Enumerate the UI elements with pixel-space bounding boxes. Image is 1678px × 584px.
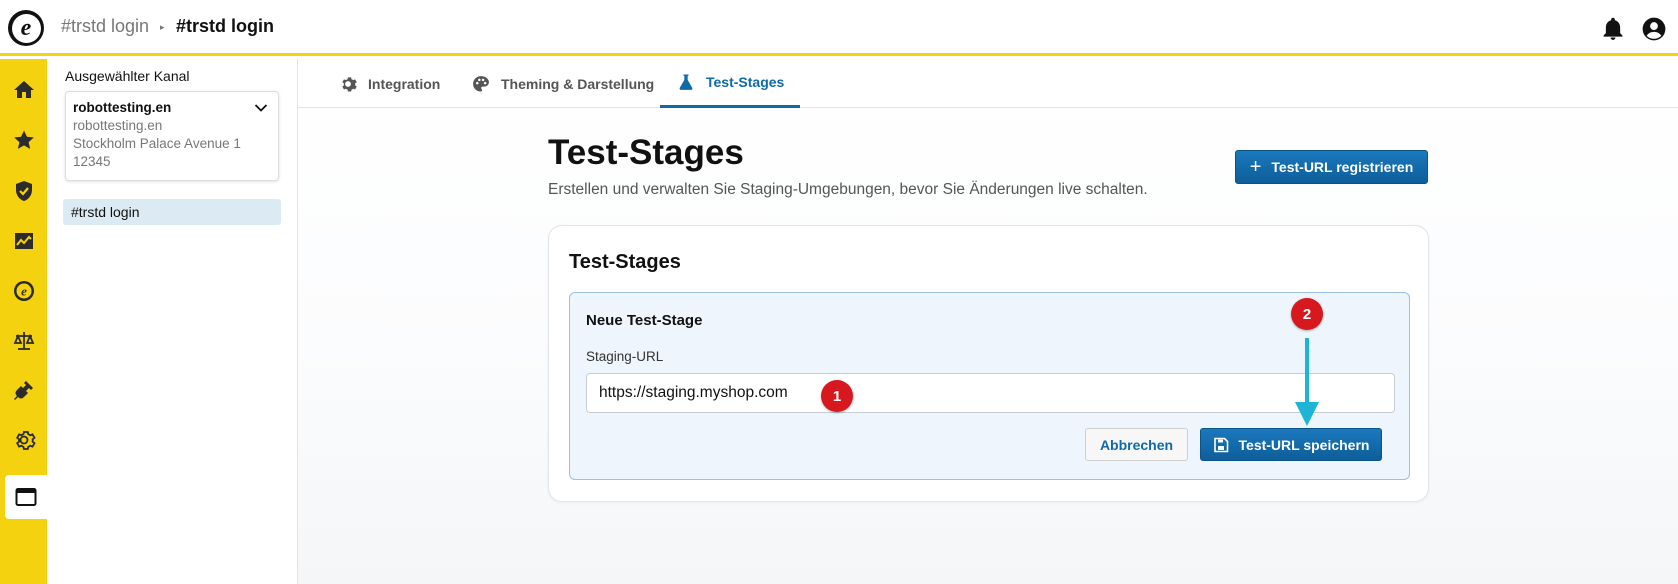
shield-check-icon	[15, 181, 32, 201]
star-icon	[13, 130, 34, 149]
card-title: Test-Stages	[569, 251, 681, 273]
gear-icon	[15, 431, 36, 450]
rail-item-integrations[interactable]	[0, 368, 47, 412]
logo-letter: e	[11, 13, 41, 43]
flask-icon	[679, 74, 693, 90]
browser-window-icon	[15, 488, 37, 506]
new-test-stage-form: Neue Test-Stage Staging-URL Abbrechen Te…	[569, 292, 1410, 480]
rail-item-legal[interactable]	[0, 319, 47, 363]
shop-list-item[interactable]: #trstd login	[63, 199, 281, 225]
form-title: Neue Test-Stage	[586, 312, 703, 329]
plug-icon	[13, 381, 33, 400]
tab-integration-label: Integration	[368, 75, 441, 92]
rail-item-frontend[interactable]	[5, 475, 47, 519]
user-account-icon[interactable]	[1641, 16, 1667, 42]
cancel-button[interactable]: Abbrechen	[1085, 428, 1188, 461]
tab-theming-label: Theming & Darstellung	[501, 75, 655, 92]
plus-icon: +	[1249, 156, 1262, 178]
breadcrumb-current: #trstd login	[176, 16, 274, 36]
chart-icon	[14, 233, 33, 249]
save-test-url-button[interactable]: Test-URL speichern	[1200, 428, 1382, 461]
annotation-marker-2: 2	[1291, 298, 1323, 330]
channel-zip: 12345	[73, 154, 111, 169]
staging-url-label: Staging-URL	[586, 349, 664, 364]
selected-channel-label: Ausgewählter Kanal	[65, 68, 190, 84]
gear-icon	[342, 76, 357, 91]
page-subtitle: Erstellen und verwalten Sie Staging-Umge…	[548, 181, 1148, 198]
svg-text:e: e	[21, 284, 27, 299]
tab-integration[interactable]: Integration	[338, 59, 440, 108]
page-title: Test-Stages	[548, 133, 744, 172]
floppy-disk-icon	[1213, 437, 1228, 452]
tab-test-stages-label: Test-Stages	[706, 74, 785, 90]
tab-test-stages[interactable]: Test-Stages	[660, 59, 801, 108]
channel-panel: Ausgewählter Kanal robottesting.en robot…	[47, 59, 298, 584]
channel-selector[interactable]: robottesting.en robottesting.en Stockhol…	[65, 91, 279, 181]
breadcrumb-separator-icon: ▸	[160, 22, 165, 32]
bell-icon[interactable]	[1600, 16, 1626, 42]
rail-item-settings[interactable]	[0, 418, 47, 462]
rail-item-trusted[interactable]: e	[0, 269, 47, 313]
home-icon	[13, 81, 34, 98]
annotation-marker-1: 1	[821, 380, 853, 412]
main-content: Integration Theming & Darstellung Test-S…	[298, 59, 1678, 584]
staging-url-input[interactable]	[586, 373, 1395, 413]
chevron-down-icon[interactable]	[254, 101, 268, 115]
channel-domain: robottesting.en	[73, 118, 163, 133]
register-test-url-button[interactable]: + Test-URL registrieren	[1235, 150, 1428, 184]
annotation-arrow-down-icon	[1295, 338, 1319, 426]
tab-bar: Integration Theming & Darstellung Test-S…	[298, 59, 1678, 108]
trusted-e-icon: e	[13, 281, 34, 301]
channel-name: robottesting.en	[73, 100, 172, 115]
palette-icon	[473, 75, 489, 91]
rail-item-protection[interactable]	[0, 169, 47, 213]
rail-item-reviews[interactable]	[0, 118, 47, 162]
rail-item-home[interactable]	[0, 68, 47, 112]
rail-item-analytics[interactable]	[0, 219, 47, 263]
main-navigation-rail: e	[0, 59, 47, 584]
channel-address: Stockholm Palace Avenue 1	[73, 136, 241, 151]
register-test-url-label: Test-URL registrieren	[1271, 159, 1414, 175]
scales-icon	[13, 332, 34, 350]
save-test-url-label: Test-URL speichern	[1238, 436, 1370, 453]
trusted-logo[interactable]: e	[8, 10, 44, 46]
breadcrumb-parent[interactable]: #trstd login	[61, 16, 149, 37]
top-bar: e #trstd login ▸ #trstd login	[0, 0, 1678, 56]
tab-theming[interactable]: Theming & Darstellung	[471, 59, 654, 108]
